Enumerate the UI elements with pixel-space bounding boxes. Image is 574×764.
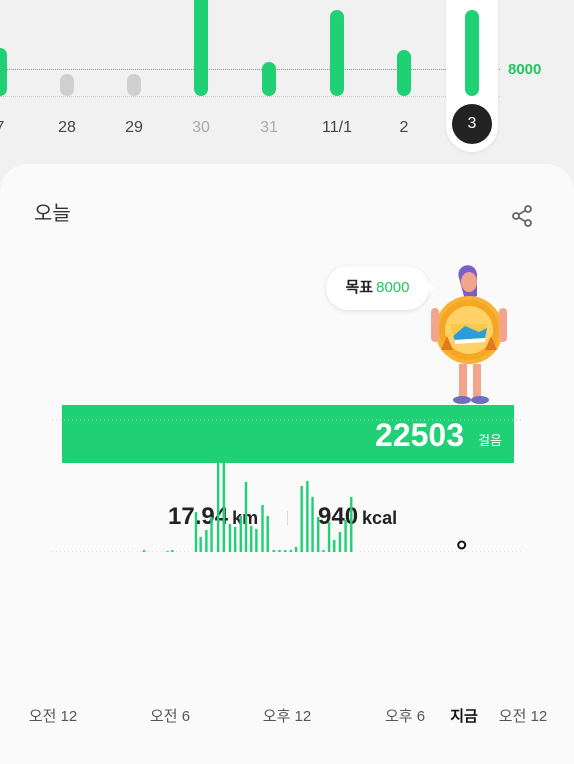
time-label: 오전 12 xyxy=(28,708,78,725)
hourly-bar xyxy=(266,516,269,552)
hourly-bar xyxy=(311,497,314,552)
hourly-bars xyxy=(142,457,353,552)
weekly-bar[interactable] xyxy=(397,50,411,96)
weekly-day-label[interactable]: 31 xyxy=(249,119,289,137)
hourly-bar xyxy=(166,551,169,552)
weekly-bar[interactable] xyxy=(0,47,7,96)
hourly-bar xyxy=(283,550,287,552)
weekly-day-label[interactable]: 7 xyxy=(0,119,20,137)
hourly-bar xyxy=(272,550,276,552)
hourly-bar xyxy=(306,481,309,552)
hourly-bar xyxy=(194,512,198,552)
hourly-bar xyxy=(244,482,248,552)
hourly-bar xyxy=(171,550,174,552)
hourly-bar xyxy=(205,530,208,552)
time-label: 오전 6 xyxy=(149,708,191,725)
hourly-steps-chart xyxy=(52,419,524,552)
hourly-bar xyxy=(333,540,336,552)
time-label: 오후 12 xyxy=(262,708,312,725)
hourly-bar xyxy=(199,537,202,552)
hourly-bar xyxy=(317,517,320,552)
goal-value-label: 8000 xyxy=(508,61,542,78)
weekly-day-label[interactable]: 11/1 xyxy=(317,119,357,137)
hourly-bar xyxy=(350,497,353,552)
selected-day-button[interactable]: 3 xyxy=(452,104,492,144)
weekly-steps-chart: 7 28 29 30 31 11/1 2 3 8000 xyxy=(0,0,574,160)
hourly-bar xyxy=(322,550,325,552)
weekly-day-label[interactable]: 30 xyxy=(181,119,221,137)
goal-value: 8000 xyxy=(376,279,410,296)
goal-prefix: 목표 xyxy=(345,279,374,296)
hourly-bar xyxy=(249,526,253,552)
hourly-bar xyxy=(216,457,220,552)
now-marker xyxy=(457,540,467,550)
hourly-bar xyxy=(344,520,347,552)
hourly-bar xyxy=(228,524,232,552)
hourly-bar xyxy=(327,522,331,552)
hourly-bar xyxy=(255,529,258,552)
weekly-bar[interactable] xyxy=(127,74,141,96)
weekly-bar[interactable] xyxy=(60,74,74,96)
goal-bubble: 목표 8000 xyxy=(326,266,437,310)
card-title: 오늘 xyxy=(34,203,71,225)
hourly-bar xyxy=(300,486,303,552)
hourly-bar xyxy=(210,517,213,552)
weekly-bar[interactable] xyxy=(330,9,344,96)
hourly-bar xyxy=(142,550,146,552)
weekly-day-label[interactable]: 29 xyxy=(114,119,154,137)
hourly-bar xyxy=(338,532,342,552)
hourly-bar xyxy=(233,527,237,552)
goal-line xyxy=(0,69,500,70)
hourly-bar xyxy=(261,505,264,552)
weekly-bar[interactable] xyxy=(262,61,276,96)
hourly-bar xyxy=(278,550,281,552)
hourly-bar xyxy=(294,547,298,552)
time-label: 오전 12 xyxy=(498,708,548,725)
weekly-bar[interactable] xyxy=(465,9,479,96)
mascot-illustration xyxy=(431,265,507,404)
weekly-bar[interactable] xyxy=(194,0,208,96)
hourly-bar xyxy=(239,516,242,552)
hourly-bar xyxy=(289,550,293,552)
share-icon[interactable] xyxy=(510,204,534,228)
baseline xyxy=(0,96,500,97)
weekly-day-label[interactable]: 28 xyxy=(47,119,87,137)
weekly-day-label[interactable]: 2 xyxy=(384,119,424,137)
hourly-bar xyxy=(222,462,226,552)
